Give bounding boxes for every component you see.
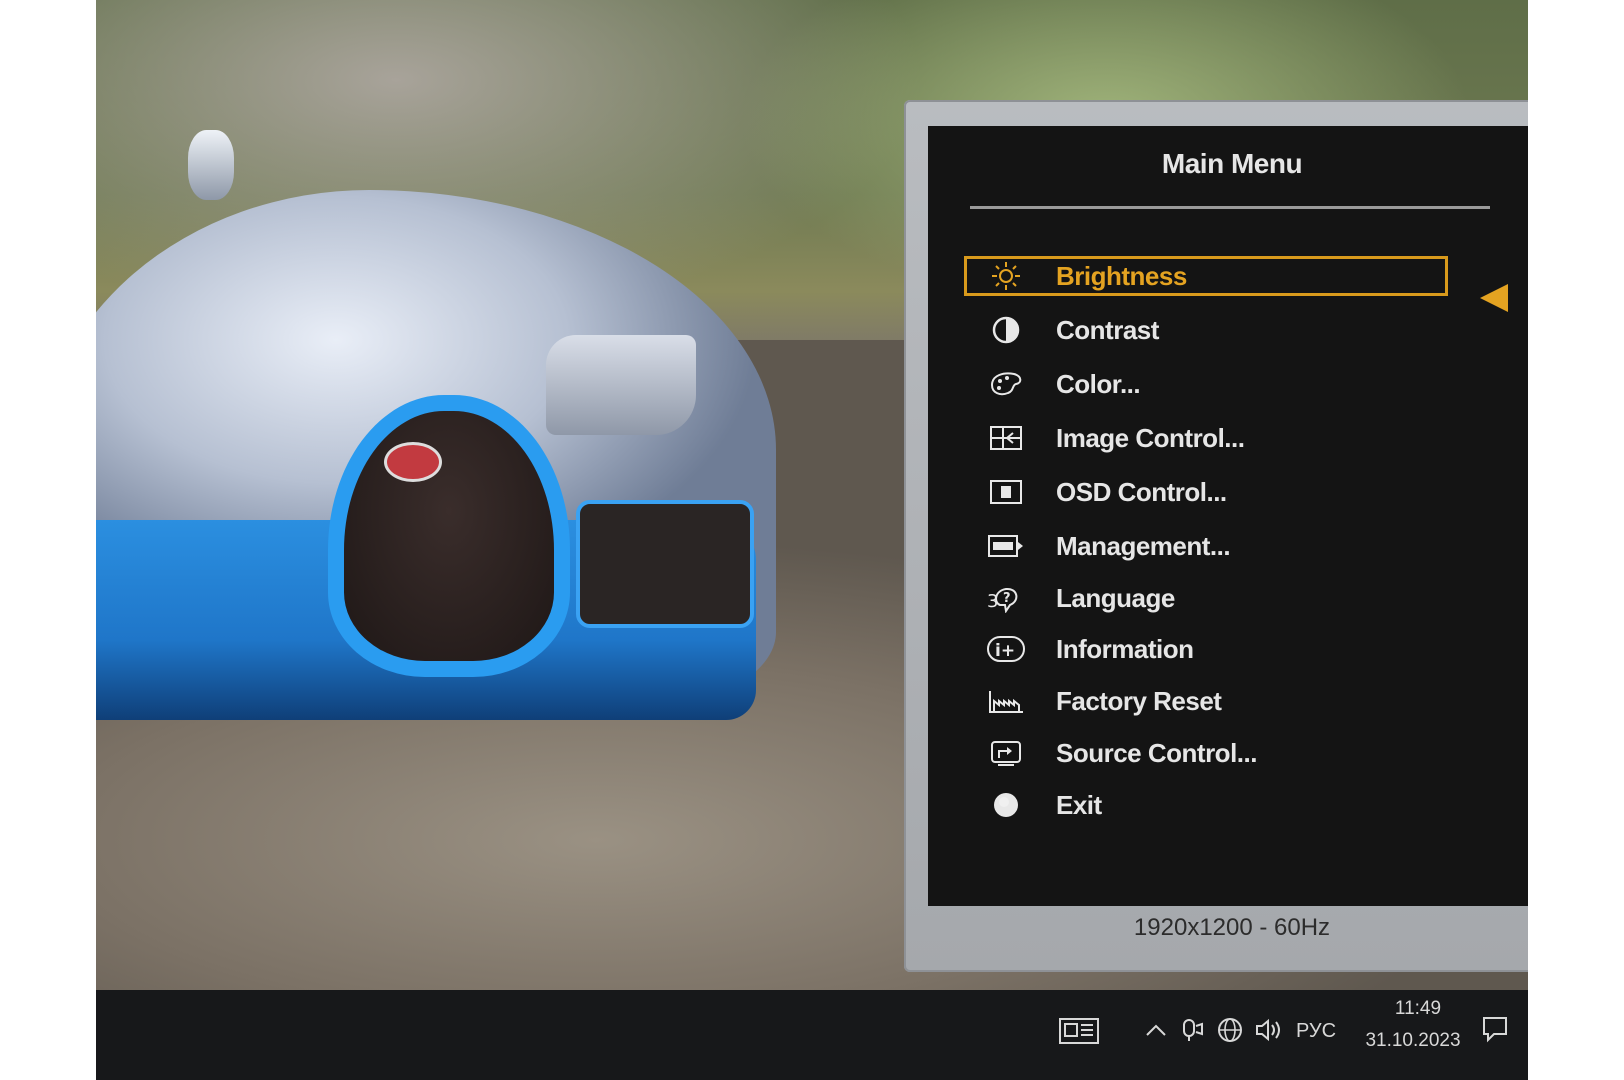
osd-control-icon [986,476,1026,508]
car-air-intake [576,500,754,628]
menu-item-label: Image Control... [1056,422,1245,453]
menu-item-label: Color... [1056,368,1141,399]
volume-icon[interactable] [1254,1016,1284,1049]
menu-item-exit[interactable]: Exit [964,785,1448,825]
car-badge [384,442,442,482]
menu-item-label: OSD Control... [1056,476,1227,507]
network-globe-icon[interactable] [1216,1016,1244,1049]
menu-item-label: Language [1056,582,1175,613]
clock-time[interactable]: 11:49 [1368,998,1468,1020]
svg-text:i+: i+ [995,641,1015,661]
management-icon [986,530,1026,562]
menu-item-source-control[interactable]: Source Control... [964,733,1448,773]
contrast-half-circle-icon [986,314,1026,346]
car-headlight [546,335,696,435]
menu-item-management[interactable]: Management... [964,526,1448,566]
language-icon: 3? [986,582,1026,614]
input-language-indicator[interactable]: РУС [1296,1020,1336,1043]
exit-circle-icon [986,789,1026,821]
menu-item-label: Management... [1056,530,1231,561]
osd-resolution-status: 1920x1200 - 60Hz [1133,914,1331,941]
taskbar: РУС 11:49 31.10.2023 [96,990,1528,1080]
menu-item-factory-reset[interactable]: Factory Reset [964,681,1448,721]
menu-item-label: Source Control... [1056,737,1257,768]
brightness-sun-icon [986,260,1026,292]
menu-item-contrast[interactable]: Contrast [964,310,1448,350]
osd-title-divider [970,206,1490,209]
menu-item-information[interactable]: i+ Information [964,629,1448,669]
factory-reset-icon [986,685,1026,717]
menu-item-osd-control[interactable]: OSD Control... [964,472,1448,512]
news-widget-icon[interactable] [1058,1016,1100,1051]
menu-item-label: Exit [1056,789,1102,820]
osd-menu-panel: Main Menu Brightness Contrast Color... I… [904,100,1528,972]
notification-center-icon[interactable] [1480,1014,1510,1049]
osd-title: Main Menu [1161,148,1303,179]
menu-item-image-control[interactable]: Image Control... [964,418,1448,458]
image-control-icon [986,422,1026,454]
svg-text:?: ? [1003,591,1011,606]
menu-item-label: Factory Reset [1056,685,1222,716]
chevron-up-icon[interactable] [1144,1020,1168,1045]
source-control-icon [986,737,1026,769]
car-mirror [188,130,234,200]
menu-item-color[interactable]: Color... [964,364,1448,404]
meeting-device-icon[interactable] [1180,1016,1206,1049]
osd-menu-body: Main Menu Brightness Contrast Color... I… [928,126,1528,906]
car-grille [328,395,570,677]
menu-item-label: Brightness [1056,260,1187,291]
information-icon: i+ [986,633,1026,665]
clock-date[interactable]: 31.10.2023 [1358,1030,1468,1052]
color-palette-icon [986,368,1026,400]
menu-item-language[interactable]: 3? Language [964,578,1448,618]
menu-item-label: Information [1056,633,1194,664]
menu-item-label: Contrast [1056,314,1159,345]
selection-arrow-icon [1480,284,1508,312]
monitor-screen: Main Menu Brightness Contrast Color... I… [96,0,1528,1080]
menu-item-brightness[interactable]: Brightness [964,256,1448,296]
